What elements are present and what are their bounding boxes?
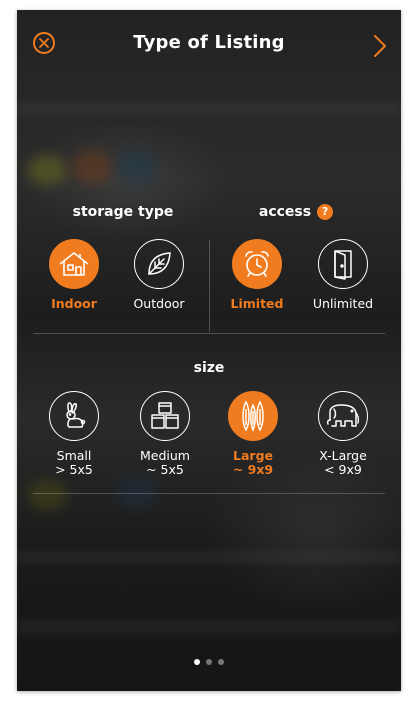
- access-heading: access?: [210, 204, 382, 220]
- pagination-dots: [17, 650, 401, 669]
- horizontal-divider: [33, 333, 385, 334]
- background-blur: [117, 150, 157, 184]
- background-blur: [27, 480, 67, 510]
- background-blur: [17, 102, 401, 116]
- option-label: Small: [56, 448, 92, 463]
- option-label: Large: [233, 448, 273, 463]
- open-door-icon: [318, 239, 368, 289]
- rabbit-icon: [49, 391, 99, 441]
- option-label: Outdoor: [133, 296, 185, 311]
- size-option-large[interactable]: Large ~ 9x9: [208, 391, 298, 477]
- size-heading: size: [17, 360, 401, 376]
- size-option-xlarge[interactable]: X-Large < 9x9: [298, 391, 388, 477]
- boxes-icon: [140, 391, 190, 441]
- size-option-medium[interactable]: Medium ~ 5x5: [120, 391, 210, 477]
- size-option-small[interactable]: Small > 5x5: [29, 391, 119, 477]
- option-label: Medium: [140, 448, 190, 463]
- elephant-icon: [318, 391, 368, 441]
- leaf-icon: [134, 239, 184, 289]
- option-label: Limited: [230, 296, 284, 311]
- storage-type-title: storage type: [72, 204, 174, 220]
- help-icon[interactable]: ?: [317, 204, 334, 220]
- access-title: access: [258, 204, 312, 220]
- vertical-divider: [209, 240, 210, 332]
- page-dot[interactable]: [194, 659, 200, 665]
- house-icon: [49, 239, 99, 289]
- option-label: X-Large: [319, 448, 367, 463]
- phone-screen: Type of Listing storage type access? Ind…: [17, 10, 401, 691]
- storage-type-heading: storage type: [37, 204, 209, 220]
- horizontal-divider: [33, 493, 385, 494]
- access-option-unlimited[interactable]: Unlimited: [298, 239, 388, 311]
- header: Type of Listing: [17, 10, 401, 80]
- option-size-range: ~ 5x5: [146, 462, 184, 477]
- page-title: Type of Listing: [133, 32, 285, 53]
- access-option-limited[interactable]: Limited: [212, 239, 302, 311]
- chevron-right-icon[interactable]: [373, 34, 387, 58]
- background-blur: [17, 550, 401, 564]
- page-dot[interactable]: [218, 659, 224, 665]
- option-size-range: < 9x9: [324, 462, 362, 477]
- page-dot[interactable]: [206, 659, 212, 665]
- background-blur: [117, 475, 157, 509]
- option-label: Unlimited: [312, 296, 374, 311]
- background-blur: [72, 150, 112, 184]
- storage-option-indoor[interactable]: Indoor: [29, 239, 119, 311]
- surfboards-icon: [228, 391, 278, 441]
- background-blur: [17, 620, 401, 634]
- background-blur: [27, 155, 67, 185]
- option-size-range: ~ 9x9: [232, 462, 274, 477]
- option-size-range: > 5x5: [55, 462, 93, 477]
- storage-option-outdoor[interactable]: Outdoor: [114, 239, 204, 311]
- size-title: size: [193, 360, 225, 376]
- alarm-clock-icon: [232, 239, 282, 289]
- option-label: Indoor: [51, 296, 97, 311]
